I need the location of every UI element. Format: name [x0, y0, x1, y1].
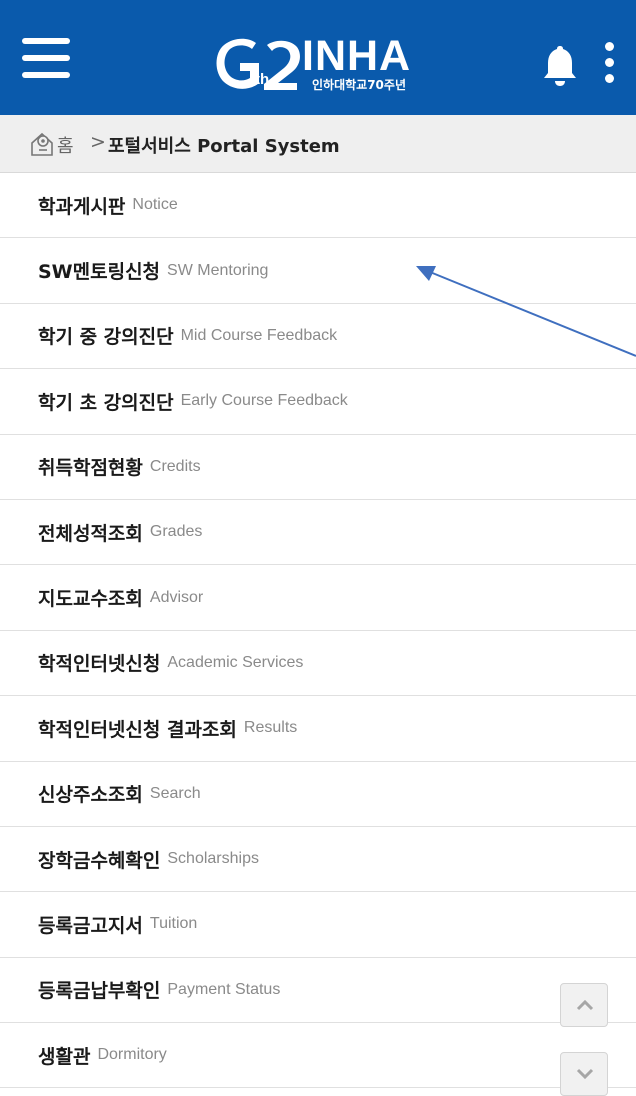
menu-item-label-en: Advisor — [149, 588, 204, 606]
menu-item-label-ko: 생활관 — [38, 1045, 91, 1068]
menu-item-payment-status[interactable]: 등록금납부확인 Payment Status — [0, 958, 636, 1024]
menu-item-label-ko: 취득학점현황 — [38, 457, 143, 480]
menu-item-label-ko: 학기 초 강의진단 — [38, 391, 174, 414]
menu-item-label-ko: 지도교수조회 — [38, 588, 143, 611]
menu-item-label-en: Tuition — [149, 915, 198, 933]
menu-item-label-en: SW Mentoring — [167, 261, 269, 279]
menu-item-label-en: Notice — [132, 196, 178, 214]
portal-menu-list: 학과게시판 Notice SW멘토링신청 SW Mentoring 학기 중 강의진… — [0, 173, 636, 1089]
menu-item-dormitory[interactable]: 생활관 Dormitory — [0, 1023, 636, 1089]
menu-item-notice[interactable]: 학과게시판 Notice — [0, 173, 636, 239]
menu-item-label-ko: 학적인터넷신청 결과조회 — [38, 718, 237, 741]
menu-item-label-en: Dormitory — [97, 1046, 167, 1064]
logo-th-text: th — [255, 71, 270, 88]
home-location-icon[interactable] — [30, 129, 54, 157]
menu-item-mid-course-feedback[interactable]: 학기 중 강의진단 Mid Course Feedback — [0, 304, 636, 370]
kebab-icon[interactable] — [600, 38, 620, 88]
hamburger-icon[interactable] — [22, 36, 70, 80]
chevron-up-icon — [576, 999, 594, 1011]
menu-item-label-ko: 학과게시판 — [38, 195, 126, 218]
menu-item-label-en: Results — [243, 719, 298, 737]
menu-item-label-en: Grades — [149, 523, 203, 541]
menu-item-search[interactable]: 신상주소조회 Search — [0, 762, 636, 827]
menu-item-scholarships[interactable]: 장학금수혜확인 Scholarships — [0, 827, 636, 893]
menu-item-results[interactable]: 학적인터넷신청 결과조회 Results — [0, 696, 636, 762]
menu-item-label-ko: 학적인터넷신청 — [38, 653, 161, 676]
menu-item-label-en: Mid Course Feedback — [180, 326, 338, 344]
menu-item-academic-services[interactable]: 학적인터넷신청 Academic Services — [0, 631, 636, 697]
scroll-up-button[interactable] — [560, 983, 608, 1027]
logo-subtitle: 인하대학교70주년 — [312, 78, 406, 92]
inha-70th-logo[interactable]: th INHA 인하대학교70주년 — [212, 33, 447, 95]
menu-item-advisor[interactable]: 지도교수조회 Advisor — [0, 565, 636, 631]
menu-item-label-ko: 장학금수혜확인 — [38, 849, 161, 872]
menu-item-label-ko: 등록금납부확인 — [38, 980, 161, 1003]
menu-item-label-ko: 신상주소조회 — [38, 784, 143, 807]
menu-item-label-en: Scholarships — [167, 850, 259, 868]
menu-item-sw-mentoring[interactable]: SW멘토링신청 SW Mentoring — [0, 238, 636, 304]
menu-item-label-ko: SW멘토링신청 — [38, 261, 161, 284]
menu-item-early-course-feedback[interactable]: 학기 초 강의진단 Early Course Feedback — [0, 369, 636, 435]
app-header: th INHA 인하대학교70주년 — [0, 0, 636, 115]
menu-item-label-ko: 학기 중 강의진단 — [38, 326, 174, 349]
logo-inha-text: INHA — [302, 32, 412, 80]
menu-item-label-ko: 등록금고지서 — [38, 914, 143, 937]
bell-icon[interactable] — [542, 43, 578, 87]
breadcrumb: 홈 > 포털서비스 Portal System — [0, 115, 636, 173]
menu-item-label-en: Academic Services — [167, 653, 304, 671]
menu-item-label-en: Payment Status — [167, 980, 281, 998]
scroll-down-button[interactable] — [560, 1052, 608, 1096]
chevron-down-icon — [576, 1068, 594, 1080]
menu-item-label-en: Search — [149, 784, 201, 802]
breadcrumb-current: 포털서비스 Portal System — [108, 136, 340, 157]
menu-item-label-ko: 전체성적조회 — [38, 522, 143, 545]
menu-item-label-en: Credits — [149, 457, 201, 475]
breadcrumb-separator: > — [90, 131, 106, 153]
menu-item-credits[interactable]: 취득학점현황 Credits — [0, 435, 636, 500]
menu-item-tuition[interactable]: 등록금고지서 Tuition — [0, 892, 636, 958]
breadcrumb-home[interactable]: 홈 — [57, 132, 74, 158]
menu-item-grades[interactable]: 전체성적조회 Grades — [0, 500, 636, 566]
menu-item-label-en: Early Course Feedback — [180, 392, 348, 410]
